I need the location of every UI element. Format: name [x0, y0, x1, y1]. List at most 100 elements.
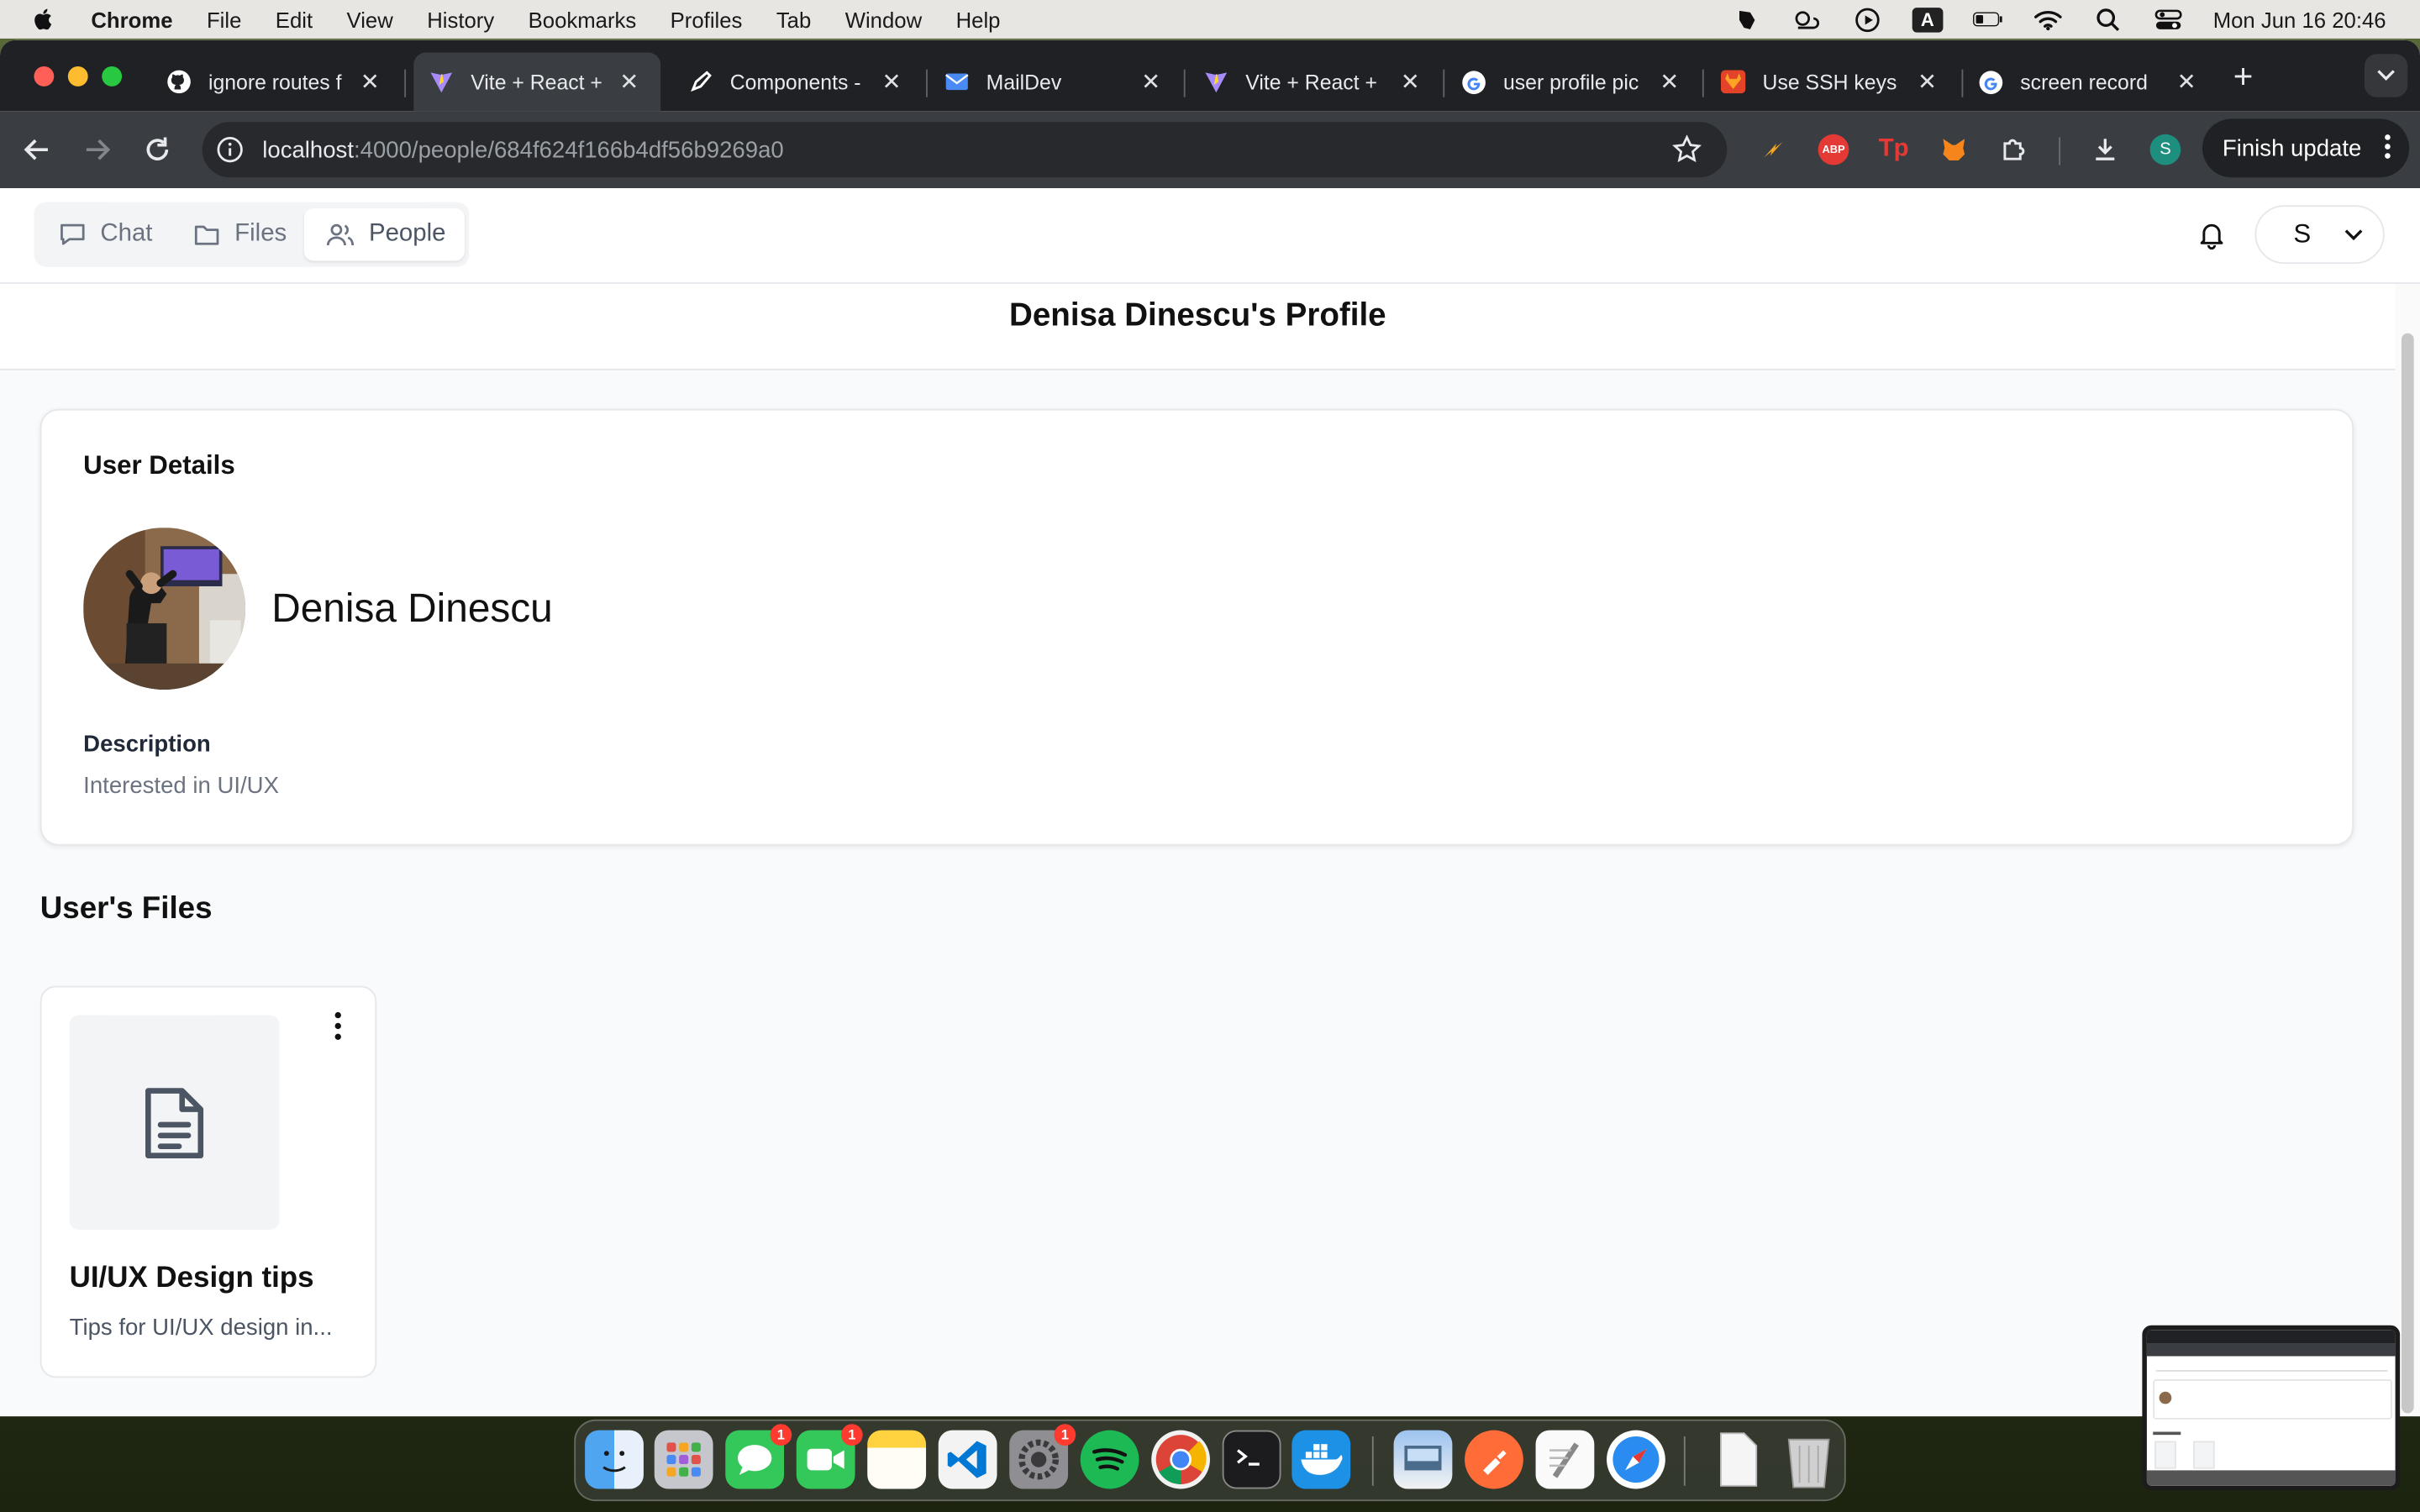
close-tab-icon[interactable]: ✕	[360, 68, 380, 96]
more-vertical-icon[interactable]	[329, 1011, 347, 1042]
facetime-icon[interactable]: 1	[796, 1424, 863, 1489]
screenshot-preview-thumbnail[interactable]	[2142, 1325, 2401, 1491]
metamask-fox-icon[interactable]	[1939, 134, 1970, 165]
chevron-down-icon	[2377, 70, 2395, 81]
page-title: Denisa Dinescu's Profile	[1008, 297, 1386, 333]
zoom-window-button[interactable]	[102, 66, 123, 87]
menu-window[interactable]: Window	[845, 7, 922, 31]
close-tab-icon[interactable]: ✕	[1918, 68, 1937, 96]
menu-clock[interactable]: Mon Jun 16 20:46	[2213, 7, 2386, 31]
nav-chat-label: Chat	[100, 220, 153, 247]
menu-bookmarks[interactable]: Bookmarks	[529, 7, 637, 31]
menu-history[interactable]: History	[427, 7, 494, 31]
spotify-icon[interactable]	[1080, 1430, 1139, 1489]
gitlab-icon	[1720, 70, 1746, 94]
close-window-button[interactable]	[34, 66, 55, 87]
trash-icon[interactable]	[1780, 1431, 1839, 1489]
weather-icon[interactable]	[1791, 7, 1823, 31]
site-info-icon[interactable]	[216, 136, 244, 164]
preview-icon[interactable]	[1393, 1430, 1453, 1489]
menu-view[interactable]: View	[347, 7, 393, 31]
minimize-window-button[interactable]	[67, 66, 88, 87]
tab-3[interactable]: Components - ✕	[673, 52, 923, 111]
close-tab-icon[interactable]: ✕	[619, 68, 639, 96]
documents-folder-icon[interactable]	[1708, 1431, 1767, 1489]
screen: Chrome File Edit View History Bookmarks …	[0, 0, 2420, 1512]
file-name[interactable]: UI/UX Design tips	[70, 1262, 314, 1295]
menu-help[interactable]: Help	[956, 7, 1001, 31]
tab-5[interactable]: Vite + React + ✕	[1192, 52, 1442, 111]
tab-strip: ignore routes f ✕ Vite + React + ✕ Compo…	[0, 39, 2420, 112]
tab-search-button[interactable]	[2364, 54, 2408, 97]
vscode-icon[interactable]	[938, 1430, 997, 1489]
app-header: Chat Files People S	[0, 188, 2420, 284]
new-tab-button[interactable]: +	[2233, 57, 2254, 97]
system-settings-icon[interactable]: 1	[1009, 1424, 1076, 1489]
url-path: :4000/people/684f624f166b4df56b9269a0	[353, 136, 784, 163]
extensions-puzzle-icon[interactable]	[1999, 134, 2030, 165]
play-icon[interactable]	[1852, 7, 1883, 32]
tab-2-active[interactable]: Vite + React + ✕	[413, 52, 661, 112]
extension-tp-icon[interactable]: Tp	[1878, 134, 1909, 165]
extension-lightning-icon[interactable]	[1758, 134, 1789, 165]
finder-icon[interactable]	[585, 1430, 644, 1489]
user-details-heading: User Details	[83, 450, 235, 480]
menu-file[interactable]: File	[207, 7, 241, 31]
textedit-icon[interactable]	[1535, 1430, 1595, 1489]
close-tab-icon[interactable]: ✕	[1660, 68, 1679, 96]
input-source-icon[interactable]: A	[1912, 7, 1944, 32]
menu-tab[interactable]: Tab	[776, 7, 811, 31]
notes-icon[interactable]	[867, 1430, 927, 1489]
tab-1[interactable]: ignore routes f ✕	[142, 52, 402, 111]
apple-icon[interactable]	[31, 6, 57, 32]
terminal-icon[interactable]	[1222, 1430, 1281, 1489]
url-text[interactable]: localhost:4000/people/684f624f166b4df56b…	[262, 137, 783, 163]
app-nav: Chat Files People	[34, 202, 470, 267]
address-bar[interactable]: localhost:4000/people/684f624f166b4df56b…	[202, 122, 1728, 178]
more-vertical-icon	[2385, 134, 2391, 159]
tab-8[interactable]: screen record ✕	[1968, 52, 2218, 111]
close-tab-icon[interactable]: ✕	[2177, 68, 2196, 96]
status-app-icon[interactable]	[1732, 7, 1763, 31]
finish-update-button[interactable]: Finish update	[2202, 118, 2410, 178]
safari-icon[interactable]	[1607, 1430, 1665, 1489]
tab-6[interactable]: user profile pic ✕	[1451, 52, 1702, 111]
menu-app-name[interactable]: Chrome	[91, 7, 172, 31]
file-thumbnail[interactable]	[69, 1015, 280, 1230]
bell-icon[interactable]	[2196, 219, 2228, 250]
messages-icon[interactable]: 1	[725, 1424, 792, 1489]
menu-profiles[interactable]: Profiles	[671, 7, 743, 31]
nav-files[interactable]: Files	[171, 208, 305, 260]
tab-4[interactable]: MailDev ✕	[932, 52, 1182, 111]
close-tab-icon[interactable]: ✕	[1401, 68, 1420, 96]
file-card[interactable]: UI/UX Design tips Tips for UI/UX design …	[39, 985, 377, 1378]
close-tab-icon[interactable]: ✕	[1141, 68, 1160, 96]
forward-arrow-icon[interactable]	[81, 133, 114, 166]
folder-icon	[194, 225, 219, 245]
reload-icon[interactable]	[140, 133, 174, 166]
bookmark-star-icon[interactable]	[1671, 134, 1702, 165]
mail-icon	[944, 70, 969, 94]
battery-icon[interactable]	[1972, 7, 2003, 31]
vite-icon	[1204, 70, 1228, 94]
scrollbar-thumb[interactable]	[2401, 333, 2414, 1414]
close-tab-icon[interactable]: ✕	[882, 68, 902, 96]
wifi-icon[interactable]	[2033, 7, 2064, 31]
download-icon[interactable]	[2090, 134, 2121, 165]
back-arrow-icon[interactable]	[20, 133, 54, 166]
menu-edit[interactable]: Edit	[276, 7, 313, 31]
tab-7[interactable]: Use SSH keys ✕	[1708, 52, 1959, 111]
chrome-icon[interactable]	[1151, 1430, 1211, 1489]
user-menu-button[interactable]: S	[2254, 205, 2385, 265]
profile-avatar[interactable]: S	[2149, 134, 2181, 165]
nav-chat[interactable]: Chat	[37, 208, 171, 260]
adblock-icon[interactable]: ABP	[1818, 134, 1849, 165]
nav-people[interactable]: People	[303, 207, 465, 261]
page-scrollbar[interactable]	[2395, 283, 2420, 1417]
control-center-icon[interactable]	[2153, 7, 2184, 31]
launchpad-icon[interactable]	[654, 1430, 713, 1489]
docker-icon[interactable]	[1292, 1430, 1351, 1489]
browser-window: ignore routes f ✕ Vite + React + ✕ Compo…	[0, 39, 2420, 1417]
spotlight-search-icon[interactable]	[2092, 7, 2123, 31]
postman-icon[interactable]	[1465, 1430, 1523, 1489]
